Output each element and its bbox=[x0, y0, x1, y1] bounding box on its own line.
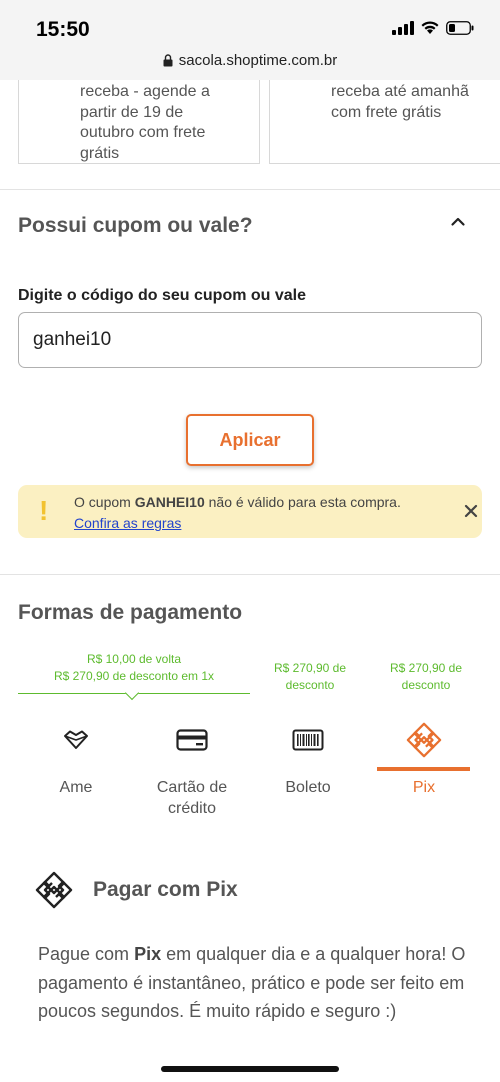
coupon-code-input[interactable] bbox=[18, 312, 482, 368]
promo-line: R$ 270,90 de bbox=[273, 661, 347, 675]
ame-promo-text: R$ 10,00 de volta R$ 270,90 de desconto … bbox=[18, 651, 250, 685]
tab-label-line: Cartão de bbox=[156, 779, 228, 796]
promo-line: R$ 270,90 de bbox=[389, 661, 463, 675]
alert-prefix: O cupom bbox=[74, 494, 131, 510]
alert-message: O cupom GANHEI10 não é válido para esta … bbox=[74, 492, 401, 513]
delivery-option-scheduled[interactable]: receba - agende a partir de 19 de outubr… bbox=[18, 80, 260, 164]
pix-section-title: Pagar com Pix bbox=[93, 878, 238, 901]
delivery-option-tomorrow[interactable]: receba até amanhã com frete grátis bbox=[269, 80, 500, 164]
pix-promo-text: R$ 270,90 de desconto bbox=[378, 660, 474, 694]
tab-credit-card[interactable]: Cartão de crédito bbox=[134, 718, 250, 819]
credit-card-icon bbox=[176, 729, 208, 751]
section-divider bbox=[0, 574, 500, 575]
coupon-input-label: Digite o código do seu cupom ou vale bbox=[18, 287, 307, 304]
apply-coupon-button[interactable]: Aplicar bbox=[186, 414, 314, 466]
active-tab-indicator bbox=[377, 767, 470, 771]
section-divider bbox=[0, 189, 500, 190]
pix-icon bbox=[35, 871, 73, 909]
promo-line: R$ 270,90 de desconto em 1x bbox=[53, 669, 215, 683]
tab-boleto[interactable]: Boleto bbox=[250, 718, 366, 799]
rules-link[interactable]: Confira as regras bbox=[74, 513, 181, 534]
status-time: 15:50 bbox=[36, 18, 90, 41]
ame-heart-icon bbox=[64, 730, 88, 749]
delivery-text-line: receba - agende a bbox=[80, 83, 210, 100]
tab-label-line: crédito bbox=[167, 799, 217, 817]
promo-line: desconto bbox=[401, 678, 451, 692]
tab-label: Ame bbox=[59, 779, 93, 796]
tab-label: Pix bbox=[412, 779, 436, 796]
status-icons bbox=[392, 20, 474, 35]
wifi-icon bbox=[421, 21, 439, 34]
lock-icon bbox=[163, 54, 173, 67]
promo-line: R$ 10,00 de volta bbox=[86, 652, 182, 666]
pix-icon bbox=[406, 722, 442, 758]
delivery-text-line: outubro com frete bbox=[80, 124, 206, 141]
battery-icon bbox=[446, 20, 474, 35]
pix-description: Pague com Pix em qualquer dia e a qualqu… bbox=[38, 940, 468, 1026]
pix-desc-part: Pague com bbox=[38, 944, 130, 964]
chevron-up-icon[interactable] bbox=[448, 212, 468, 232]
delivery-text-line: receba até amanhã bbox=[331, 83, 469, 100]
delivery-text-line: partir de 19 de bbox=[80, 103, 184, 121]
delivery-text-line: com frete grátis bbox=[331, 103, 442, 121]
address-bar[interactable]: sacola.shoptime.com.br bbox=[0, 52, 500, 69]
close-icon[interactable] bbox=[461, 501, 481, 521]
coupon-section-title[interactable]: Possui cupom ou vale? bbox=[18, 214, 253, 238]
tab-label: Cartão de crédito bbox=[134, 778, 250, 819]
exclamation-icon: ! bbox=[39, 495, 49, 526]
tab-pix[interactable]: Pix bbox=[366, 718, 482, 799]
url-text: sacola.shoptime.com.br bbox=[178, 52, 338, 69]
tab-ame[interactable]: Ame bbox=[18, 718, 134, 799]
tab-label: Boleto bbox=[285, 779, 331, 796]
alert-coupon-code: GANHEI10 bbox=[134, 494, 205, 510]
boleto-promo-text: R$ 270,90 de desconto bbox=[262, 660, 358, 694]
alert-suffix: não é válido para esta compra. bbox=[208, 494, 401, 510]
home-indicator[interactable] bbox=[161, 1066, 339, 1072]
promo-line: desconto bbox=[285, 678, 335, 692]
payment-section-title: Formas de pagamento bbox=[18, 601, 243, 624]
coupon-warning-alert: ! O cupom GANHEI10 não é válido para est… bbox=[18, 485, 482, 538]
barcode-icon bbox=[292, 729, 324, 751]
cellular-signal-icon bbox=[392, 20, 414, 35]
promo-pointer bbox=[124, 685, 140, 701]
pix-desc-bold: Pix bbox=[134, 944, 162, 964]
browser-header: 15:50 sacola.shoptime.com.br bbox=[0, 0, 500, 80]
delivery-text-line: grátis bbox=[80, 144, 120, 162]
